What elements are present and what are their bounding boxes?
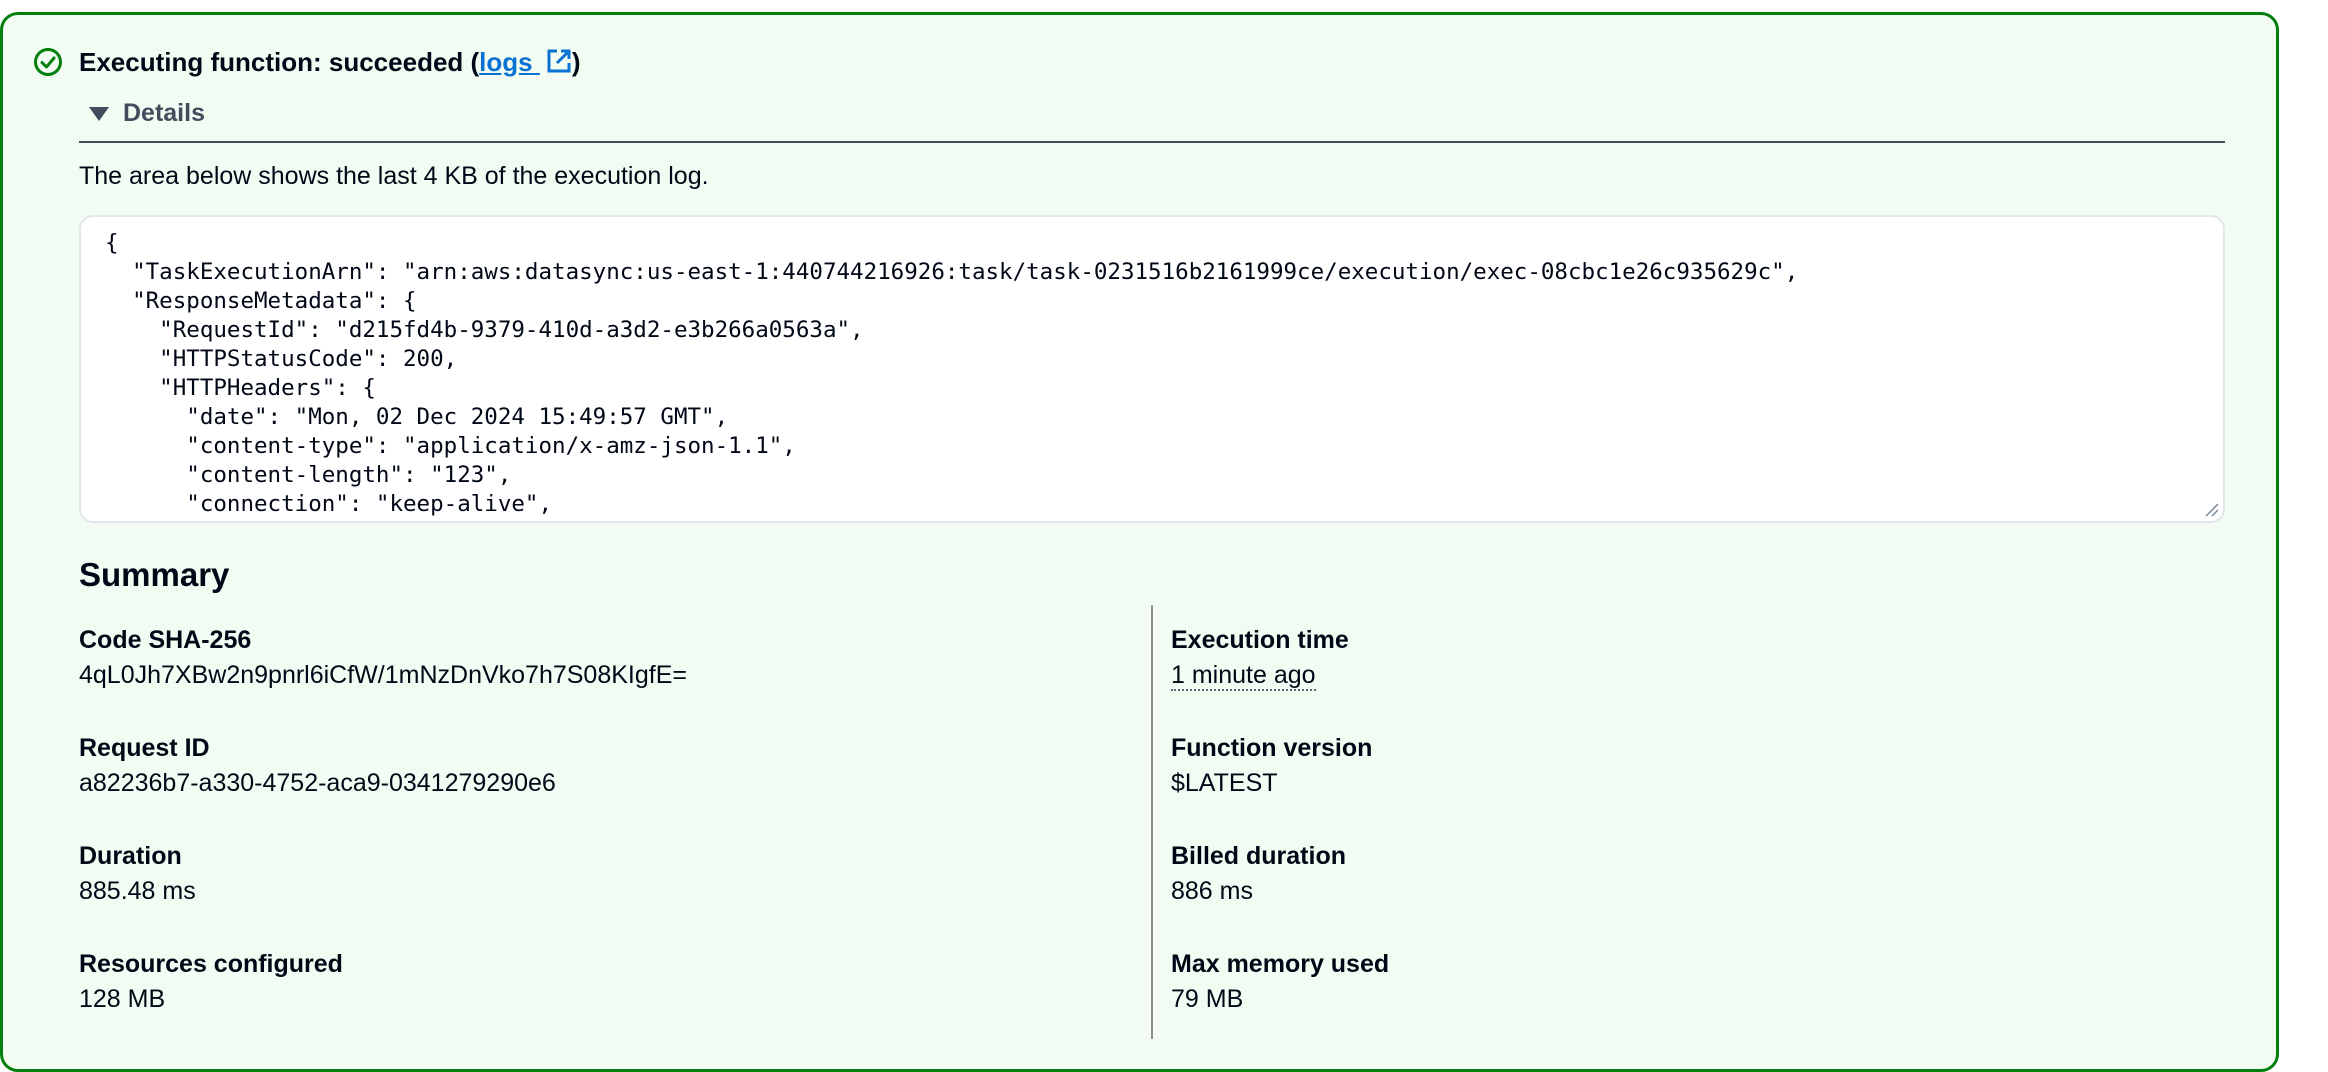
- duration-field: Duration 885.48 ms: [79, 839, 196, 909]
- max-memory-used-field: Max memory used 79 MB: [1171, 947, 1389, 1017]
- field-label: Billed duration: [1171, 842, 1346, 870]
- field-label: Max memory used: [1171, 950, 1390, 978]
- billed-duration-field: Billed duration 886 ms: [1171, 839, 1346, 909]
- execution-time-value[interactable]: 1 minute ago: [1171, 661, 1316, 691]
- log-description: The area below shows the last 4 KB of th…: [79, 162, 709, 190]
- field-value: 885.48 ms: [79, 877, 196, 905]
- caret-down-icon: [89, 106, 109, 121]
- details-toggle-label: Details: [123, 99, 205, 127]
- field-value: 79 MB: [1171, 985, 1244, 1013]
- request-id-field: Request ID a82236b7-a330-4752-aca9-03412…: [79, 731, 556, 801]
- function-version-field: Function version $LATEST: [1171, 731, 1372, 801]
- field-label: Code SHA-256: [79, 626, 252, 654]
- code-sha256-field: Code SHA-256 4qL0Jh7XBw2n9pnrl6iCfW/1mNz…: [79, 623, 687, 693]
- field-value: 128 MB: [79, 985, 166, 1013]
- details-toggle[interactable]: Details: [89, 99, 205, 128]
- status-text-suffix: ): [571, 47, 581, 77]
- logs-link-label: logs: [479, 47, 533, 77]
- resources-configured-field: Resources configured 128 MB: [79, 947, 343, 1017]
- external-link-icon: [546, 48, 572, 74]
- field-value: 4qL0Jh7XBw2n9pnrl6iCfW/1mNzDnVko7h7S08KI…: [79, 661, 687, 689]
- field-value: a82236b7-a330-4752-aca9-0341279290e6: [79, 769, 556, 797]
- field-value: $LATEST: [1171, 769, 1278, 797]
- column-divider: [1151, 605, 1153, 1039]
- success-check-icon: [33, 47, 63, 77]
- execution-log-textarea[interactable]: { "TaskExecutionArn": "arn:aws:datasync:…: [79, 215, 2225, 523]
- field-label: Function version: [1171, 734, 1373, 762]
- execution-time-field: Execution time 1 minute ago: [1171, 623, 1349, 693]
- status-text-prefix: Executing function: succeeded (: [79, 47, 480, 77]
- execution-log-text: { "TaskExecutionArn": "arn:aws:datasync:…: [105, 230, 1799, 521]
- field-label: Resources configured: [79, 950, 343, 978]
- field-label: Duration: [79, 842, 182, 870]
- field-label: Execution time: [1171, 626, 1349, 654]
- summary-title: Summary: [79, 556, 230, 593]
- success-alert: Executing function: succeeded ( logs ) D…: [0, 12, 2279, 1072]
- details-divider: [79, 141, 2225, 143]
- resize-handle-icon[interactable]: [2203, 501, 2219, 517]
- field-value: 886 ms: [1171, 877, 1253, 905]
- field-label: Request ID: [79, 734, 210, 762]
- logs-link[interactable]: logs: [479, 45, 572, 79]
- status-header: Executing function: succeeded ( logs ): [33, 45, 581, 79]
